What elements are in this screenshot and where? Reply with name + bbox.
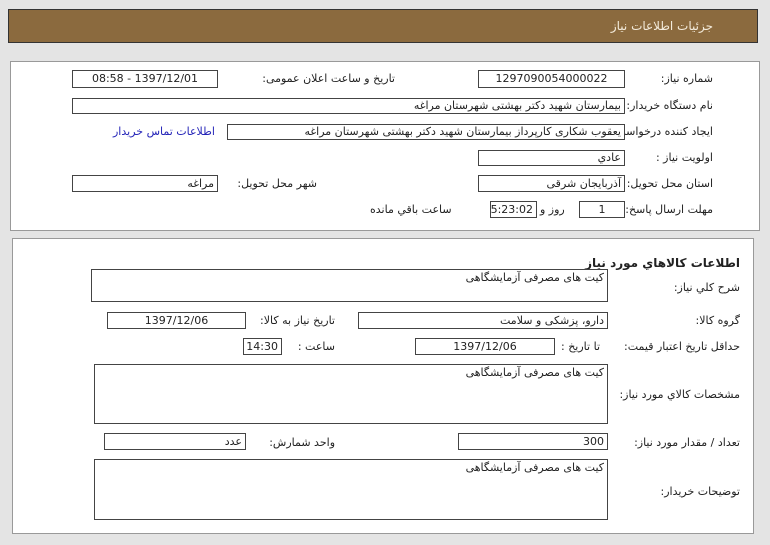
qty-field[interactable]: 300 — [458, 433, 608, 450]
spec-label: مشخصات کالاي مورد نياز: — [619, 388, 740, 401]
announce-field[interactable]: 1397/12/01 - 08:58 — [72, 70, 218, 88]
days-field[interactable]: 1 — [579, 201, 625, 218]
city-label: شهر محل تحویل: — [237, 177, 317, 190]
time-suffix: ساعت باقي مانده — [370, 203, 452, 216]
province-label: استان محل تحویل: — [626, 177, 713, 190]
time-remaining-field[interactable]: 05:23:02 — [490, 201, 537, 218]
priority-label: اولویت نیاز : — [655, 151, 713, 164]
to-date-label: تا تاریخ : — [561, 340, 600, 353]
priority-field[interactable]: عادي — [478, 150, 625, 166]
notes-field[interactable]: کیت های مصرفی آزمایشگاهی — [94, 459, 608, 520]
need-date-label: تاریخ نیاز به کالا: — [260, 314, 335, 327]
buyer-contact-link[interactable]: اطلاعات تماس خریدار — [113, 125, 215, 138]
page-title: جزئیات اطلاعات نیاز — [610, 19, 713, 33]
buyer-label: نام دستگاه خریدار: — [626, 99, 713, 112]
page-header: جزئیات اطلاعات نیاز — [8, 9, 758, 43]
need-number-field[interactable]: 1297090054000022 — [478, 70, 625, 88]
group-field[interactable]: دارو، پزشکی و سلامت — [358, 312, 608, 329]
days-suffix: روز و — [540, 203, 565, 216]
need-date-field[interactable]: 1397/12/06 — [107, 312, 246, 329]
spec-field[interactable]: کیت های مصرفی آزمایشگاهی — [94, 364, 608, 424]
hour-field[interactable]: 14:30 — [243, 338, 282, 355]
qty-label: تعداد / مقدار مورد نیاز: — [634, 436, 740, 449]
hour-label: ساعت : — [297, 340, 335, 353]
validity-label: حداقل تاریخ اعتبار قیمت: — [624, 340, 740, 353]
announce-label: تاریخ و ساعت اعلان عمومی: — [262, 72, 395, 85]
province-field[interactable]: آذربایجان شرقی — [478, 175, 625, 192]
notes-label: توضیحات خریدار: — [660, 485, 741, 498]
creator-label: ایجاد کننده درخواست: — [611, 125, 713, 138]
desc-label: شرح کلي نياز: — [673, 281, 740, 294]
unit-label: واحد شمارش: — [269, 436, 335, 449]
deadline-label: مهلت ارسال پاسخ: — [625, 203, 713, 216]
need-number-label: شماره نیاز: — [660, 72, 713, 85]
buyer-field[interactable]: بیمارستان شهید دکتر بهشتی شهرستان مراغه — [72, 98, 625, 114]
to-date-field[interactable]: 1397/12/06 — [415, 338, 555, 355]
city-field[interactable]: مراغه — [72, 175, 218, 192]
desc-field[interactable]: کیت های مصرفی آزمایشگاهی — [91, 269, 608, 302]
unit-field[interactable]: عدد — [104, 433, 246, 450]
goods-section-title: اطلاعات کالاهاي مورد نياز — [585, 256, 740, 270]
creator-field[interactable]: یعقوب شکاری کارپرداز بیمارستان شهید دکتر… — [227, 124, 625, 140]
group-label: گروه کالا: — [695, 314, 740, 327]
